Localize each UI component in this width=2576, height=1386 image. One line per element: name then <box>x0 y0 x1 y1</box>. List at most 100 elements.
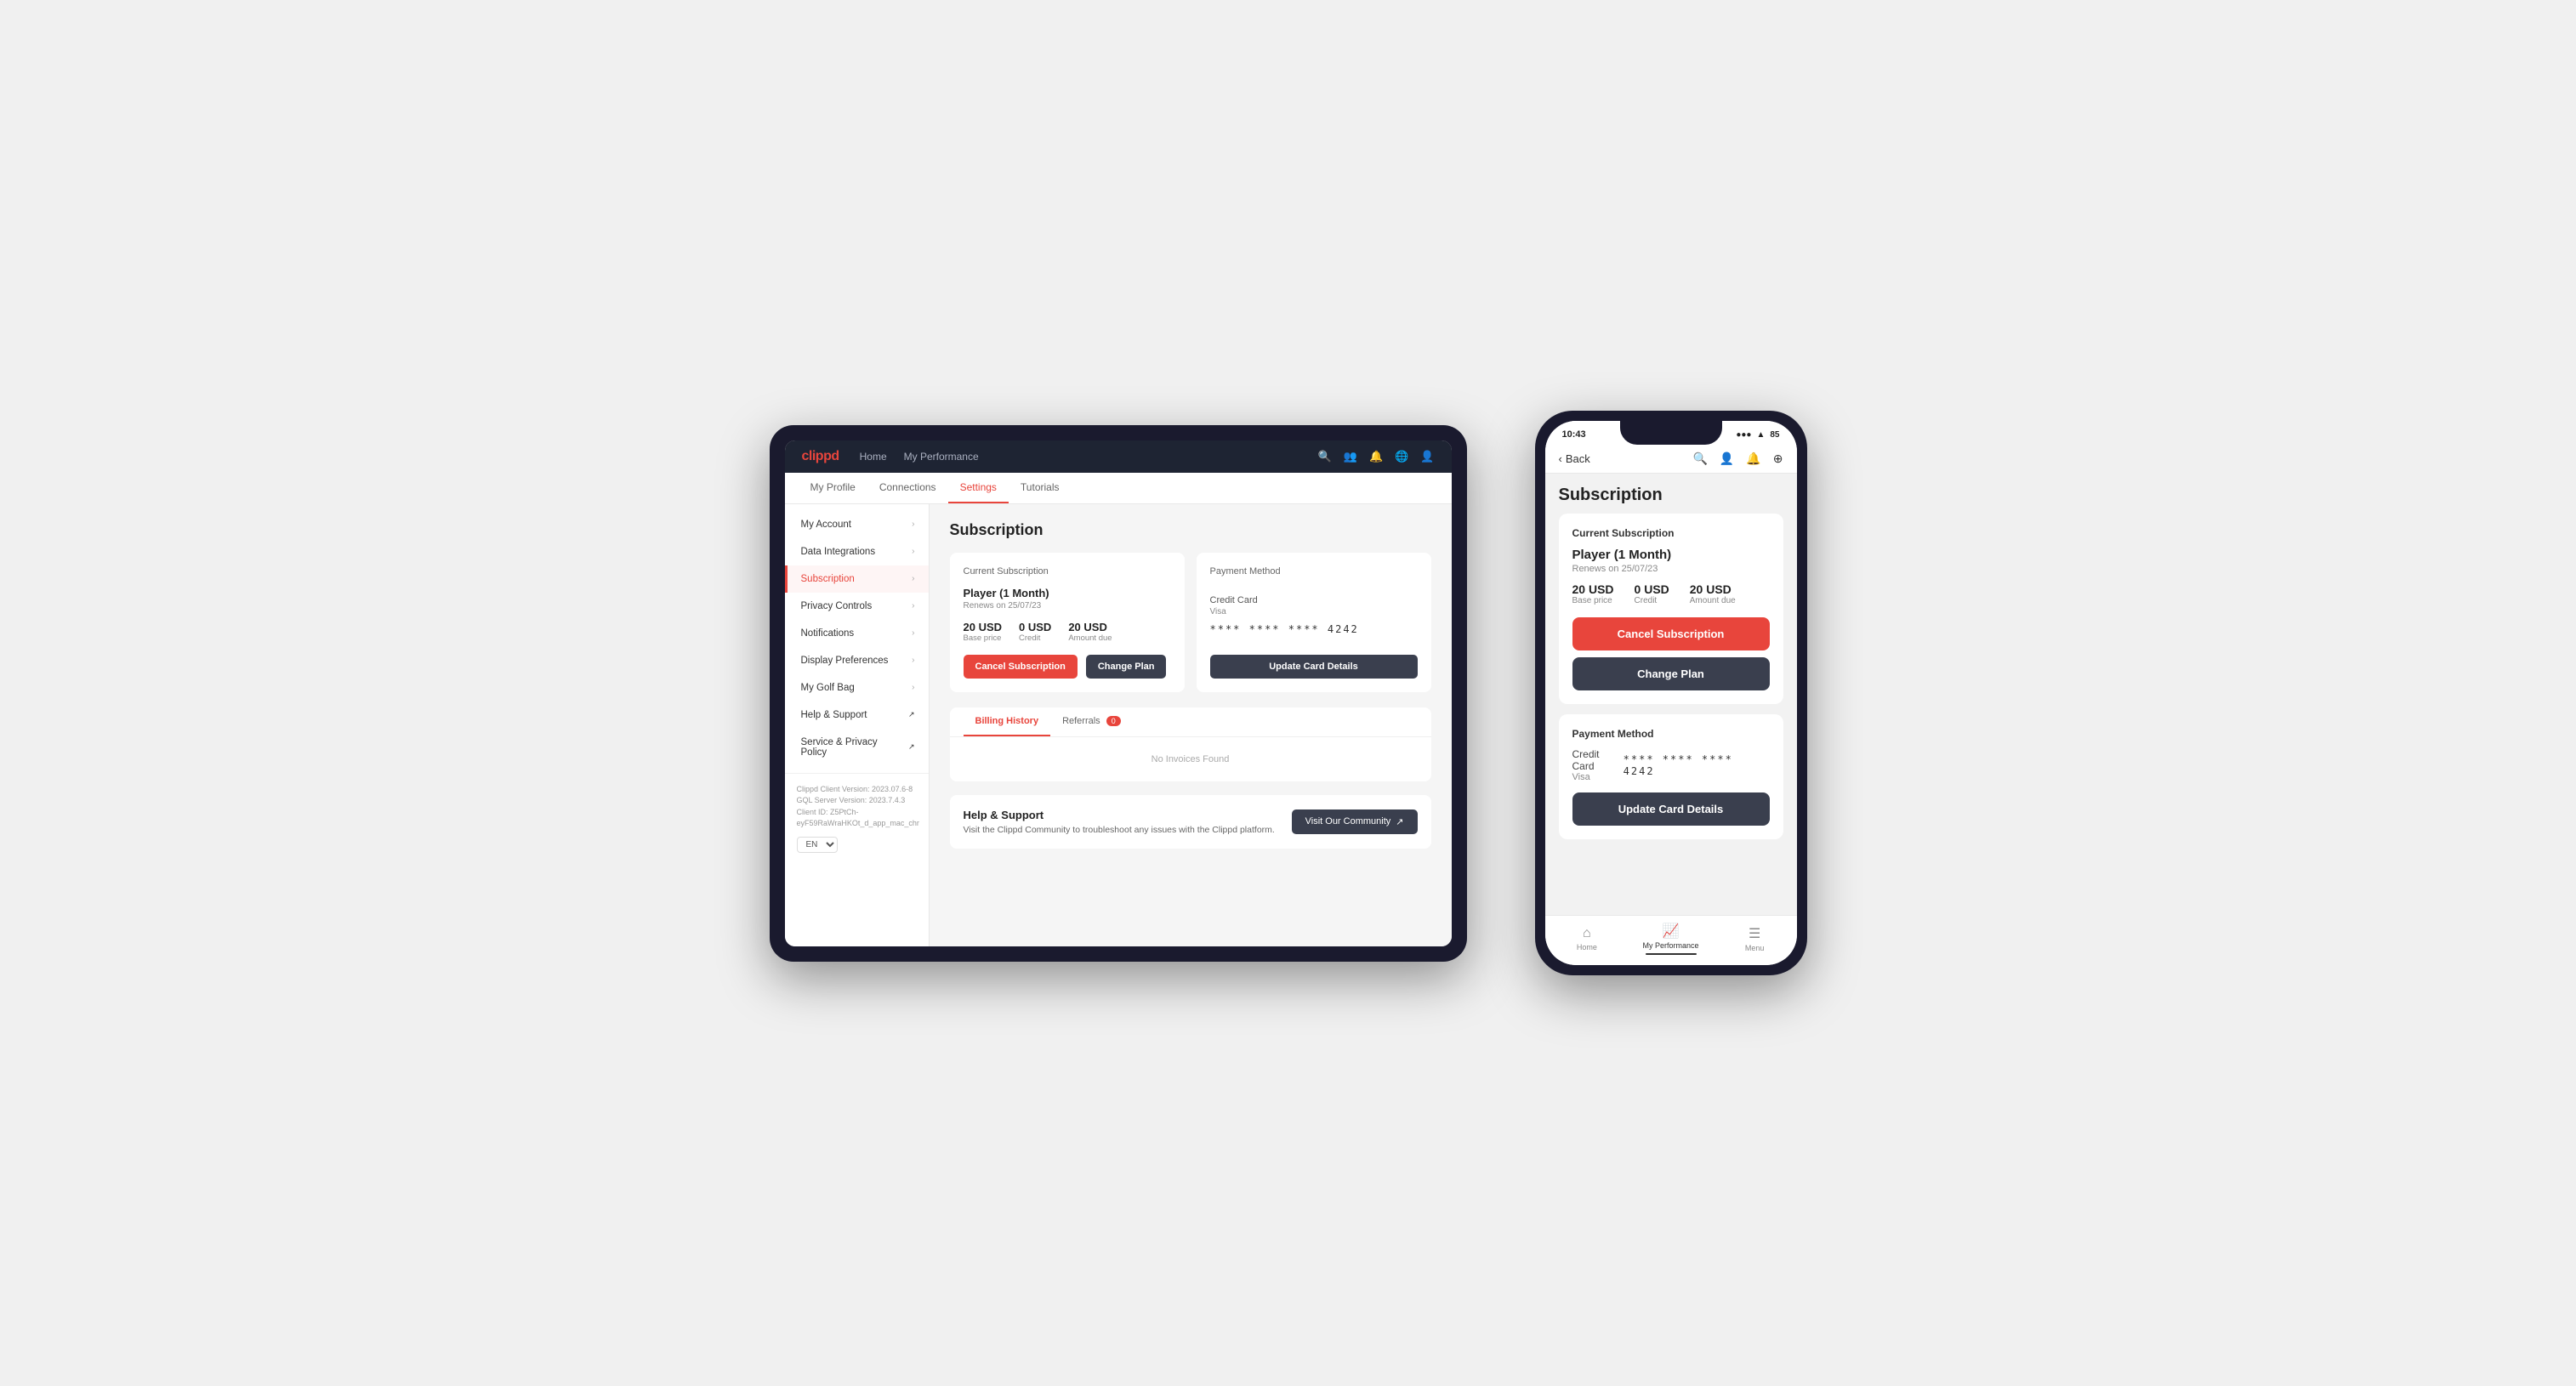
top-nav: Home My Performance <box>860 451 979 463</box>
chevron-right-icon: › <box>912 628 914 638</box>
referrals-tab[interactable]: Referrals 0 <box>1050 707 1133 736</box>
base-price: 20 USD Base price <box>964 621 1003 643</box>
main-content: My Account › Data Integrations › Subscri… <box>785 504 1452 946</box>
language-selector[interactable]: EN FR DE <box>797 837 917 853</box>
sidebar-item-help-support[interactable]: Help & Support ↗ <box>785 702 929 729</box>
sidebar-item-privacy-controls[interactable]: Privacy Controls › <box>785 593 929 620</box>
tablet-device: clippd Home My Performance 🔍 👥 🔔 🌐 👤 My … <box>770 425 1467 962</box>
billing-section: Billing History Referrals 0 No Invoices … <box>950 707 1431 781</box>
settings-sidebar: My Account › Data Integrations › Subscri… <box>785 504 930 946</box>
phone-notch <box>1620 421 1722 445</box>
phone-amount-due: 20 USD Amount due <box>1690 582 1736 605</box>
phone-cancel-button[interactable]: Cancel Subscription <box>1572 617 1770 650</box>
phone-update-card-button[interactable]: Update Card Details <box>1572 792 1770 826</box>
home-icon: ⌂ <box>1583 926 1591 941</box>
tab-settings[interactable]: Settings <box>948 473 1009 503</box>
wifi-icon: ▲ <box>1756 430 1765 440</box>
change-plan-button[interactable]: Change Plan <box>1086 655 1167 679</box>
phone-pricing: 20 USD Base price 0 USD Credit 20 USD Am… <box>1572 582 1770 605</box>
phone-content: Subscription Current Subscription Player… <box>1545 474 1797 899</box>
tablet-topbar: clippd Home My Performance 🔍 👥 🔔 🌐 👤 <box>785 440 1452 473</box>
payment-method-card: Payment Method Credit Card Visa **** ***… <box>1197 553 1431 692</box>
sidebar-item-data-integrations[interactable]: Data Integrations › <box>785 538 929 565</box>
language-dropdown[interactable]: EN FR DE <box>797 837 838 853</box>
subscription-buttons: Cancel Subscription Change Plan <box>964 655 1171 679</box>
billing-tabs: Billing History Referrals 0 <box>950 707 1431 737</box>
menu-icon: ☰ <box>1749 925 1760 942</box>
phone-payment-row: Credit Card Visa **** **** **** 4242 <box>1572 748 1770 782</box>
plan-name: Player (1 Month) <box>964 587 1171 599</box>
update-card-button[interactable]: Update Card Details <box>1210 655 1418 679</box>
status-time: 10:43 <box>1562 429 1586 440</box>
card-number: **** **** **** 4242 <box>1210 623 1418 635</box>
person-icon[interactable]: 👤 <box>1720 452 1734 466</box>
subscription-cards: Current Subscription Player (1 Month) Re… <box>950 553 1431 692</box>
chevron-right-icon: › <box>912 683 914 692</box>
payment-title: Payment Method <box>1210 566 1418 577</box>
tab-tutorials[interactable]: Tutorials <box>1009 473 1072 503</box>
back-button[interactable]: ‹ Back <box>1559 452 1590 465</box>
tablet-screen: clippd Home My Performance 🔍 👥 🔔 🌐 👤 My … <box>785 440 1452 946</box>
external-link-icon: ↗ <box>908 710 915 719</box>
chart-icon: 📈 <box>1663 923 1680 940</box>
phone-payment-info: Credit Card Visa <box>1572 748 1624 782</box>
current-subscription-card: Current Subscription Player (1 Month) Re… <box>950 553 1185 692</box>
phone-current-sub-card: Current Subscription Player (1 Month) Re… <box>1559 514 1783 704</box>
phone-credit: 0 USD Credit <box>1635 582 1669 605</box>
bottom-nav-menu[interactable]: ☰ Menu <box>1713 925 1797 952</box>
referrals-badge: 0 <box>1106 716 1121 726</box>
cancel-subscription-button[interactable]: Cancel Subscription <box>964 655 1078 679</box>
sidebar-item-display-preferences[interactable]: Display Preferences › <box>785 647 929 674</box>
phone-device: 10:43 ●●● ▲ 85 ‹ Back 🔍 👤 🔔 ⊕ <box>1535 411 1807 975</box>
plan-pricing: 20 USD Base price 0 USD Credit 20 USD Am… <box>964 621 1171 643</box>
bottom-nav-my-performance[interactable]: 📈 My Performance <box>1629 923 1713 955</box>
amount-due: 20 USD Amount due <box>1068 621 1112 643</box>
sidebar-item-my-account[interactable]: My Account › <box>785 511 929 538</box>
search-icon[interactable]: 🔍 <box>1692 452 1707 466</box>
active-indicator <box>1646 953 1697 955</box>
signal-icon: ●●● <box>1736 430 1751 440</box>
bottom-nav-home[interactable]: ⌂ Home <box>1545 926 1629 951</box>
chevron-right-icon: › <box>912 520 914 529</box>
sidebar-item-my-golf-bag[interactable]: My Golf Bag › <box>785 674 929 702</box>
bell-icon[interactable]: 🔔 <box>1746 452 1760 466</box>
external-link-icon: ↗ <box>1396 816 1403 827</box>
settings-tabs: My Profile Connections Settings Tutorial… <box>785 473 1452 504</box>
nav-my-performance[interactable]: My Performance <box>904 451 979 463</box>
main-panel: Subscription Current Subscription Player… <box>930 504 1452 946</box>
user-avatar[interactable]: 👤 <box>1420 450 1434 463</box>
visit-community-button[interactable]: Visit Our Community ↗ <box>1292 809 1418 834</box>
help-section: Help & Support Visit the Clippd Communit… <box>950 795 1431 849</box>
search-icon[interactable]: 🔍 <box>1318 450 1332 463</box>
phone-card-number: **** **** **** 4242 <box>1624 753 1770 777</box>
credit: 0 USD Credit <box>1019 621 1051 643</box>
phone-current-sub-title: Current Subscription <box>1572 527 1770 539</box>
billing-history-tab[interactable]: Billing History <box>964 707 1051 736</box>
plan-renew: Renews on 25/07/23 <box>964 601 1171 611</box>
page-title: Subscription <box>950 521 1431 539</box>
status-icons: ●●● ▲ 85 <box>1736 430 1779 440</box>
topbar-icons: 🔍 👥 🔔 🌐 👤 <box>1318 450 1435 463</box>
phone-change-plan-button[interactable]: Change Plan <box>1572 657 1770 690</box>
current-sub-title: Current Subscription <box>964 566 1171 577</box>
app-logo: clippd <box>802 449 839 464</box>
chevron-left-icon: ‹ <box>1559 452 1562 465</box>
phone-base-price: 20 USD Base price <box>1572 582 1614 605</box>
payment-info: Credit Card Visa **** **** **** 4242 <box>1210 595 1418 635</box>
tab-my-profile[interactable]: My Profile <box>799 473 867 503</box>
tab-connections[interactable]: Connections <box>867 473 948 503</box>
bell-icon[interactable]: 🔔 <box>1369 450 1383 463</box>
sidebar-footer: Clippd Client Version: 2023.07.6-8 GQL S… <box>785 773 929 863</box>
add-icon[interactable]: ⊕ <box>1773 452 1783 466</box>
sidebar-item-subscription[interactable]: Subscription › <box>785 565 929 593</box>
help-text: Help & Support Visit the Clippd Communit… <box>964 809 1275 835</box>
nav-home[interactable]: Home <box>860 451 887 463</box>
sidebar-item-service-privacy[interactable]: Service & Privacy Policy ↗ <box>785 729 929 766</box>
globe-icon[interactable]: 🌐 <box>1395 450 1408 463</box>
battery-icon: 85 <box>1770 430 1779 440</box>
chevron-right-icon: › <box>912 574 914 583</box>
people-icon[interactable]: 👥 <box>1344 450 1357 463</box>
sidebar-item-notifications[interactable]: Notifications › <box>785 620 929 647</box>
phone-payment-card: Payment Method Credit Card Visa **** ***… <box>1559 714 1783 839</box>
chevron-right-icon: › <box>912 547 914 556</box>
